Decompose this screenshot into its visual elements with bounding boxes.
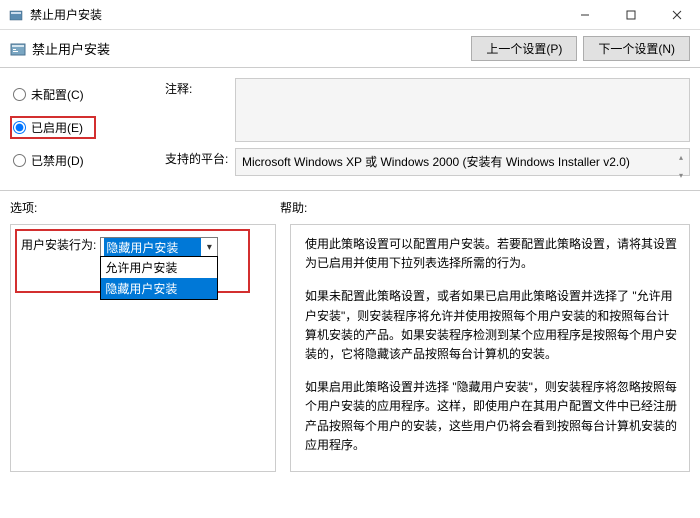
- previous-setting-button[interactable]: 上一个设置(P): [471, 36, 577, 61]
- comment-label: 注释:: [165, 78, 235, 142]
- behavior-dropdown[interactable]: 隐藏用户安装 ▾ 允许用户安装 隐藏用户安装: [100, 237, 218, 257]
- radio-enabled-label: 已启用(E): [31, 119, 83, 136]
- platform-label: 支持的平台:: [165, 148, 235, 176]
- behavior-label: 用户安装行为:: [21, 235, 96, 255]
- policy-icon: [8, 7, 24, 23]
- maximize-button[interactable]: [608, 0, 654, 30]
- options-pane: 用户安装行为: 隐藏用户安装 ▾ 允许用户安装 隐藏用户安装: [10, 224, 276, 472]
- platform-scrollbar[interactable]: ▴ ▾: [673, 149, 689, 175]
- help-pane: 使用此策略设置可以配置用户安装。若要配置此策略设置，请将其设置为已启用并使用下拉…: [290, 224, 690, 472]
- radio-not-configured-label: 未配置(C): [31, 86, 84, 103]
- window-controls: [562, 0, 700, 30]
- close-button[interactable]: [654, 0, 700, 30]
- highlight-box: 用户安装行为: 隐藏用户安装 ▾ 允许用户安装 隐藏用户安装: [15, 229, 250, 293]
- chevron-down-icon: ▾: [201, 242, 217, 253]
- help-paragraph-2: 如果未配置此策略设置，或者如果已启用此策略设置并选择了 "允许用户安装"，则安装…: [305, 287, 677, 364]
- policy-icon: [10, 41, 26, 57]
- titlebar: 禁止用户安装: [0, 0, 700, 30]
- policy-name: 禁止用户安装: [32, 39, 465, 58]
- window-title: 禁止用户安装: [30, 6, 562, 23]
- dropdown-item-allow[interactable]: 允许用户安装: [101, 257, 217, 278]
- platform-text: Microsoft Windows XP 或 Windows 2000 (安装有…: [242, 155, 630, 169]
- help-label: 帮助:: [280, 199, 307, 216]
- dropdown-display[interactable]: 隐藏用户安装 ▾: [100, 237, 218, 257]
- dropdown-selected: 隐藏用户安装: [104, 238, 201, 257]
- config-area: 未配置(C) 已启用(E) 已禁用(D) 注释: 支持的平台: Microsof…: [0, 68, 700, 191]
- dropdown-item-hide[interactable]: 隐藏用户安装: [101, 278, 217, 299]
- radio-enabled-input[interactable]: [13, 121, 26, 134]
- config-right: 注释: 支持的平台: Microsoft Windows XP 或 Window…: [165, 78, 690, 182]
- help-paragraph-1: 使用此策略设置可以配置用户安装。若要配置此策略设置，请将其设置为已启用并使用下拉…: [305, 235, 677, 273]
- radio-disabled-label: 已禁用(D): [31, 152, 84, 169]
- help-paragraph-3: 如果启用此策略设置并选择 "隐藏用户安装"，则安装程序将忽略按照每个用户安装的应…: [305, 378, 677, 455]
- radio-enabled[interactable]: 已启用(E): [10, 116, 96, 139]
- subheader: 禁止用户安装 上一个设置(P) 下一个设置(N): [0, 30, 700, 68]
- supported-platform: Microsoft Windows XP 或 Windows 2000 (安装有…: [235, 148, 690, 176]
- scroll-up-icon[interactable]: ▴: [673, 149, 689, 167]
- radio-disabled-input[interactable]: [13, 154, 26, 167]
- bottom-area: 用户安装行为: 隐藏用户安装 ▾ 允许用户安装 隐藏用户安装 使用此策略设置可以…: [0, 220, 700, 482]
- state-radios: 未配置(C) 已启用(E) 已禁用(D): [10, 78, 165, 182]
- radio-disabled[interactable]: 已禁用(D): [10, 149, 165, 172]
- pane-labels: 选项: 帮助:: [0, 191, 700, 220]
- minimize-button[interactable]: [562, 0, 608, 30]
- radio-not-configured[interactable]: 未配置(C): [10, 83, 165, 106]
- options-label: 选项:: [10, 199, 280, 216]
- comment-input[interactable]: [235, 78, 690, 142]
- scroll-down-icon[interactable]: ▾: [673, 167, 689, 185]
- next-setting-button[interactable]: 下一个设置(N): [583, 36, 690, 61]
- radio-not-configured-input[interactable]: [13, 88, 26, 101]
- dropdown-list: 允许用户安装 隐藏用户安装: [100, 256, 218, 300]
